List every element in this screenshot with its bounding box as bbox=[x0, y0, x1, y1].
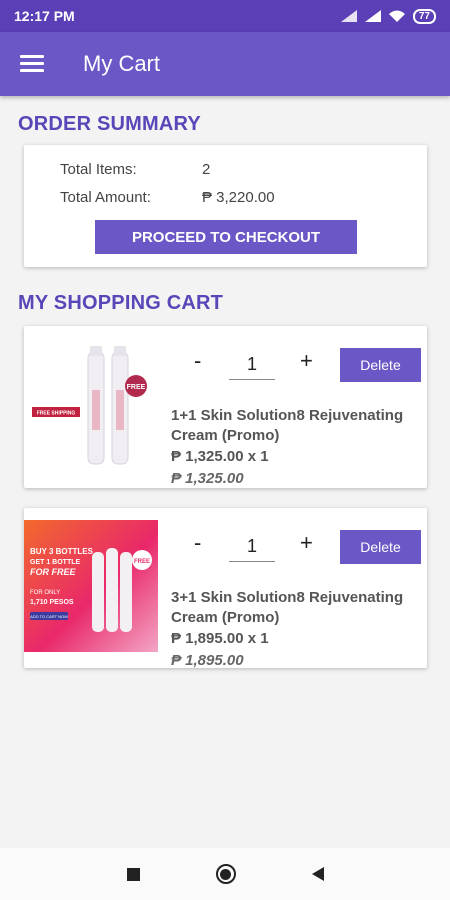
promo-text: FOR ONLY bbox=[30, 590, 60, 596]
recent-apps-icon[interactable] bbox=[126, 867, 140, 881]
promo-button-text: ADD TO CART NOW bbox=[30, 614, 68, 619]
cart-item: BUY 3 BOTTLES GET 1 BOTTLE FOR FREE FOR … bbox=[24, 508, 427, 669]
product-total: ₱ 1,895.00 bbox=[171, 652, 244, 669]
total-amount-label: Total Amount: bbox=[60, 189, 151, 206]
signal-icon bbox=[340, 10, 357, 22]
cart-item: FREE FREE SHIPPING - + Delete 1+1 Skin S… bbox=[24, 326, 427, 488]
quantity-stepper: - + bbox=[184, 530, 324, 564]
order-summary-heading: ORDER SUMMARY bbox=[18, 113, 201, 135]
increase-quantity-button[interactable]: + bbox=[300, 348, 313, 374]
product-name: 1+1 Skin Solution8 Rejuvenating Cream (P… bbox=[171, 407, 404, 444]
status-icons: 77 bbox=[340, 8, 436, 24]
product-image: FREE FREE SHIPPING bbox=[24, 340, 158, 472]
product-image: BUY 3 BOTTLES GET 1 BOTTLE FOR FREE FOR … bbox=[24, 520, 158, 652]
back-icon[interactable] bbox=[311, 867, 324, 881]
total-items-value: 2 bbox=[202, 161, 211, 178]
promo-text: FOR FREE bbox=[30, 567, 76, 577]
promo-text: BUY 3 BOTTLES bbox=[30, 547, 94, 556]
proceed-to-checkout-button[interactable]: PROCEED TO CHECKOUT bbox=[95, 220, 357, 254]
status-bar: 12:17 PM 77 bbox=[0, 0, 450, 32]
quantity-input[interactable] bbox=[229, 350, 275, 380]
delete-button[interactable]: Delete bbox=[340, 348, 421, 382]
hamburger-menu-icon[interactable] bbox=[20, 55, 44, 73]
battery-icon: 77 bbox=[412, 8, 436, 24]
page-title: My Cart bbox=[83, 51, 160, 76]
quantity-stepper: - + bbox=[184, 348, 324, 382]
product-name: 3+1 Skin Solution8 Rejuvenating Cream (P… bbox=[171, 589, 404, 626]
product-unit-price: ₱ 1,895.00 x 1 bbox=[171, 630, 269, 647]
delete-button[interactable]: Delete bbox=[340, 530, 421, 564]
increase-quantity-button[interactable]: + bbox=[300, 530, 313, 556]
promo-text: GET 1 BOTTLE bbox=[30, 559, 81, 566]
shopping-cart-heading: MY SHOPPING CART bbox=[18, 292, 224, 314]
quantity-input[interactable] bbox=[229, 532, 275, 562]
system-navigation-bar bbox=[0, 848, 450, 900]
promo-text: 1,710 PESOS bbox=[30, 599, 74, 606]
product-unit-price: ₱ 1,325.00 x 1 bbox=[171, 448, 269, 465]
wifi-icon bbox=[388, 10, 405, 22]
free-badge-text: FREE bbox=[134, 559, 150, 565]
order-summary-card: Total Items: 2 Total Amount: ₱ 3,220.00 … bbox=[24, 145, 427, 267]
total-items-label: Total Items: bbox=[60, 161, 137, 178]
free-badge-text: FREE bbox=[127, 384, 146, 391]
decrease-quantity-button[interactable]: - bbox=[194, 348, 201, 374]
status-time: 12:17 PM bbox=[14, 8, 75, 24]
free-shipping-badge-text: FREE SHIPPING bbox=[37, 411, 76, 417]
product-total: ₱ 1,325.00 bbox=[171, 470, 244, 487]
home-icon[interactable] bbox=[215, 864, 236, 884]
app-bar: My Cart bbox=[0, 32, 450, 96]
decrease-quantity-button[interactable]: - bbox=[194, 530, 201, 556]
total-amount-value: ₱ 3,220.00 bbox=[202, 189, 275, 206]
signal-icon bbox=[364, 10, 381, 22]
